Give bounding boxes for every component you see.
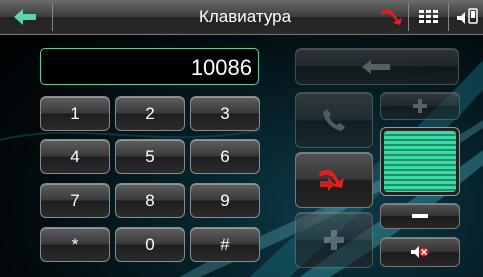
volume-down-button[interactable] bbox=[380, 203, 460, 229]
keypad-grid-icon bbox=[419, 10, 438, 23]
add-call-button[interactable] bbox=[295, 212, 373, 268]
key-3[interactable]: 3 bbox=[190, 96, 260, 131]
key-8[interactable]: 8 bbox=[115, 183, 185, 218]
backspace-arrow-icon bbox=[362, 59, 390, 74]
key-6[interactable]: 6 bbox=[190, 139, 260, 174]
volume-up-button[interactable] bbox=[380, 92, 460, 120]
key-9[interactable]: 9 bbox=[190, 183, 260, 218]
key-2[interactable]: 2 bbox=[115, 96, 185, 131]
key-0[interactable]: 0 bbox=[115, 227, 185, 262]
back-button[interactable] bbox=[0, 0, 52, 34]
volume-level-fill bbox=[384, 131, 456, 192]
keypad-grid-button[interactable] bbox=[411, 0, 447, 34]
key-4[interactable]: 4 bbox=[40, 139, 110, 174]
volume-level-bar bbox=[380, 127, 460, 196]
call-status-indicator bbox=[378, 6, 404, 28]
plus-icon bbox=[413, 99, 427, 113]
call-button[interactable] bbox=[295, 92, 373, 148]
backspace-button[interactable] bbox=[295, 48, 459, 85]
plus-icon bbox=[324, 230, 344, 250]
call-transfer-icon bbox=[319, 169, 344, 191]
phone-handset-icon bbox=[323, 109, 345, 131]
dialed-number: 10086 bbox=[190, 55, 252, 80]
mute-button[interactable] bbox=[380, 237, 460, 267]
page-title: Клавиатура bbox=[198, 7, 292, 26]
title-divider bbox=[408, 3, 409, 31]
speaker-mute-icon bbox=[411, 246, 429, 258]
arrow-left-icon bbox=[14, 9, 36, 25]
minus-icon bbox=[412, 214, 428, 218]
speaker-icon bbox=[456, 8, 478, 24]
dialer-screen: Клавиатура 10086 1 2 3 4 5 6 7 8 9 * 0 # bbox=[0, 0, 483, 277]
key-7[interactable]: 7 bbox=[40, 183, 110, 218]
call-transfer-button[interactable] bbox=[295, 152, 373, 208]
hang-up-icon bbox=[381, 9, 402, 25]
key-5[interactable]: 5 bbox=[115, 139, 185, 174]
title-divider bbox=[52, 3, 53, 31]
number-display: 10086 bbox=[40, 48, 259, 85]
title-bar: Клавиатура bbox=[0, 0, 483, 35]
title-divider bbox=[448, 3, 449, 31]
key-1[interactable]: 1 bbox=[40, 96, 110, 131]
key-star[interactable]: * bbox=[40, 227, 110, 262]
key-hash[interactable]: # bbox=[190, 227, 260, 262]
audio-output-button[interactable] bbox=[450, 0, 483, 34]
